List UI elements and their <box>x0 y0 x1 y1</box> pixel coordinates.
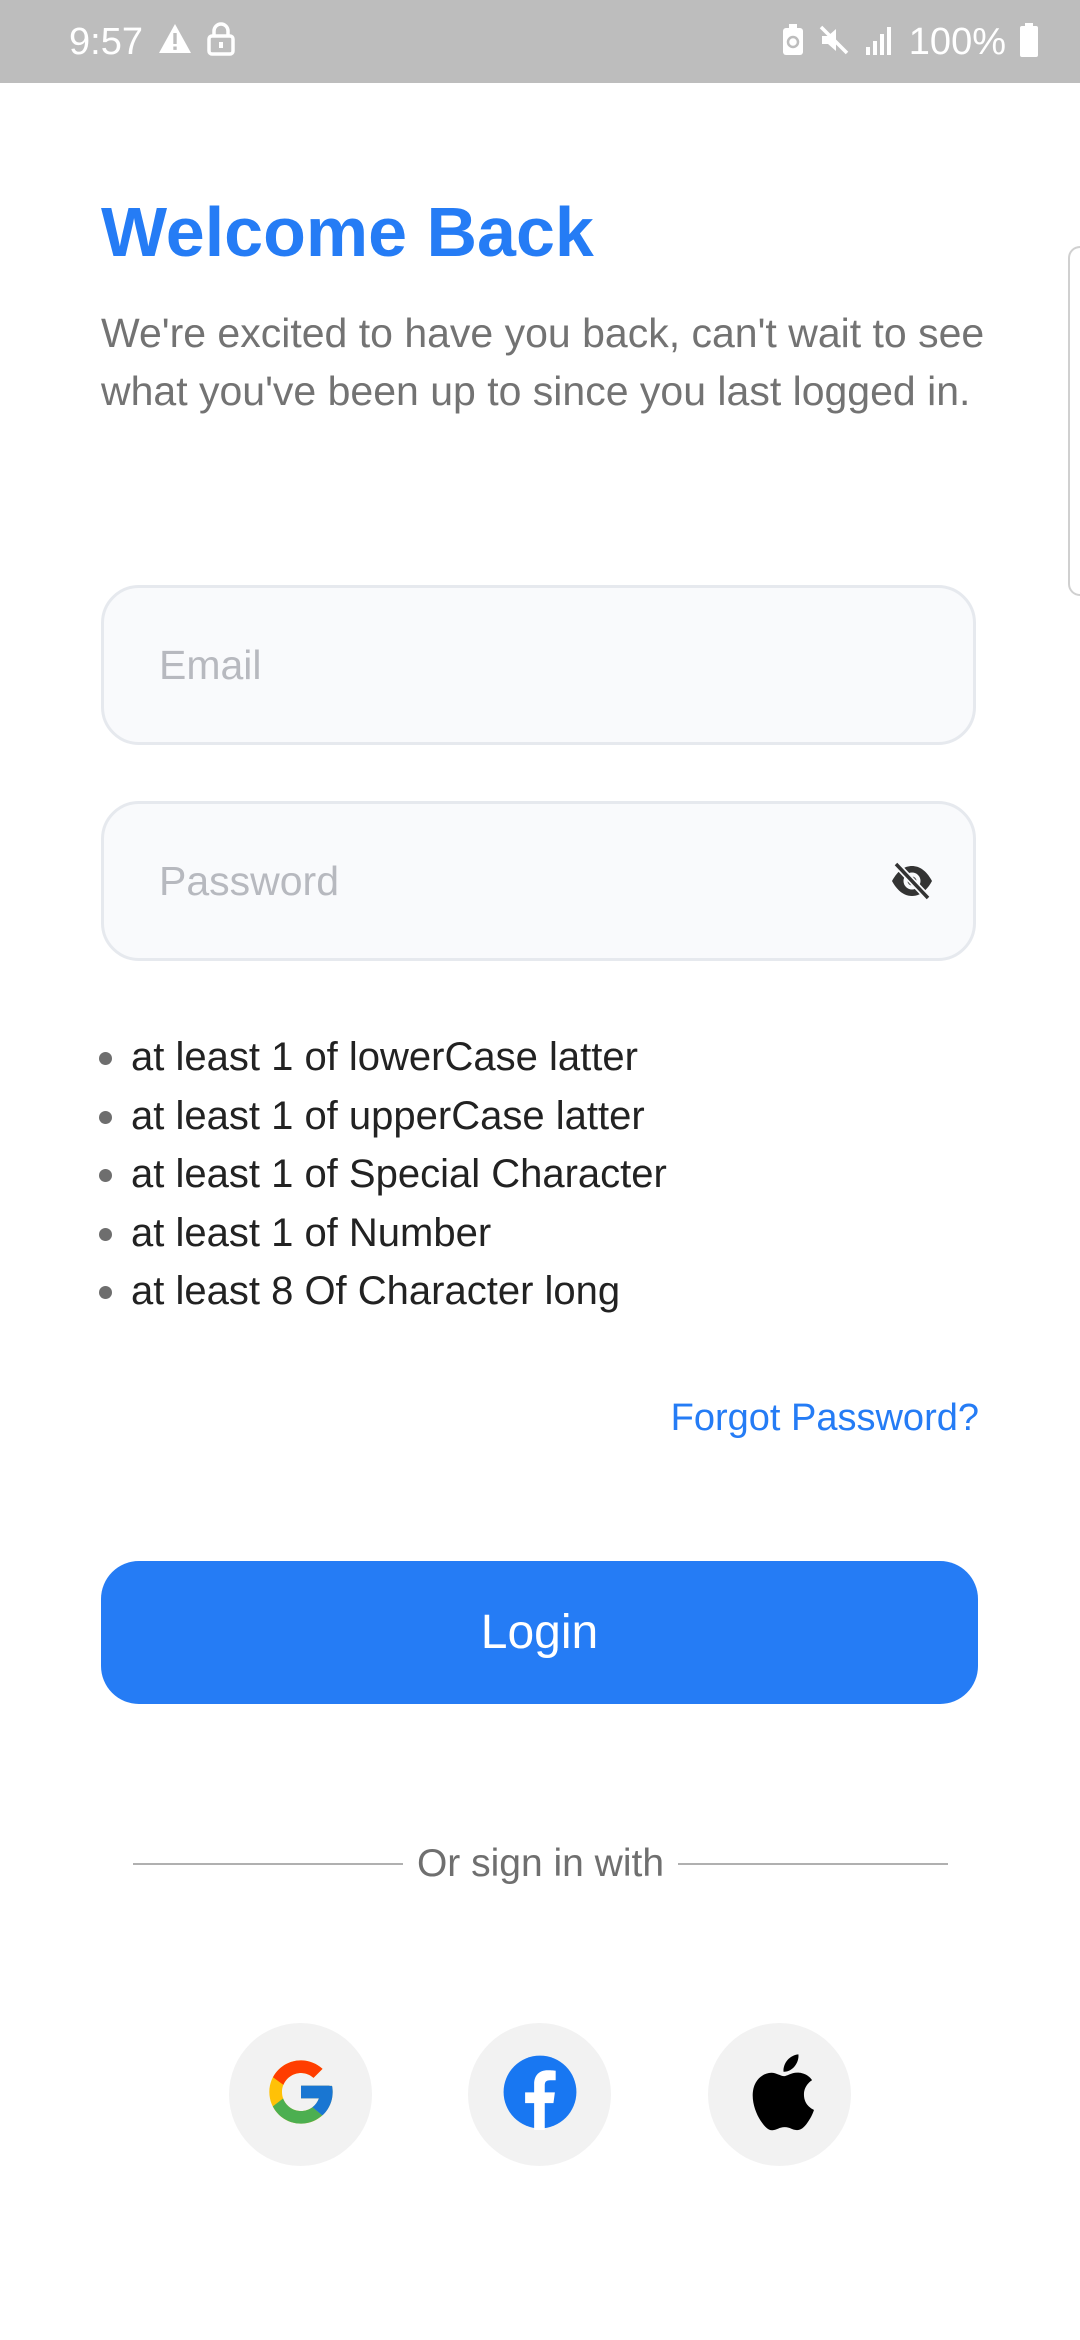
password-rules-list: at least 1 of lowerCase latter at least … <box>99 1028 667 1321</box>
eye-off-icon[interactable] <box>887 856 937 906</box>
bullet-icon <box>99 1110 112 1124</box>
password-input[interactable] <box>159 804 859 958</box>
login-button[interactable]: Login <box>101 1561 978 1704</box>
email-field[interactable] <box>101 585 976 745</box>
password-rule-text: at least 8 Of Character long <box>131 1269 621 1313</box>
status-bar: 9:57 100% <box>0 0 1080 83</box>
password-rule-text: at least 1 of Special Character <box>131 1152 667 1196</box>
sign-in-divider: Or sign in with <box>133 1836 948 1892</box>
mute-icon <box>817 23 851 62</box>
bullet-icon <box>99 1227 112 1241</box>
password-rule-text: at least 1 of Number <box>131 1210 492 1255</box>
battery-icon <box>1018 22 1040 63</box>
edge-panel-handle[interactable] <box>1068 246 1080 596</box>
password-rule-text: at least 1 of upperCase latter <box>131 1093 645 1138</box>
password-rule-text: at least 1 of lowerCase latter <box>131 1035 638 1079</box>
signal-icon <box>863 23 897 62</box>
bullet-icon <box>99 1286 112 1299</box>
status-right-icons: 100% <box>781 20 1040 64</box>
password-rule: at least 1 of Special Character <box>99 1145 667 1204</box>
divider-line-right <box>678 1863 948 1865</box>
google-icon <box>263 2054 339 2135</box>
facebook-icon <box>502 2054 578 2135</box>
forgot-password-link[interactable]: Forgot Password? <box>671 1394 979 1442</box>
apple-sign-in-button[interactable] <box>708 2023 851 2166</box>
lock-icon <box>207 22 235 61</box>
divider-label: Or sign in with <box>416 1842 665 1885</box>
battery-percent: 100% <box>908 21 1006 63</box>
warning-icon <box>157 22 193 61</box>
password-rule: at least 1 of upperCase latter <box>99 1087 667 1146</box>
status-left-icons <box>157 22 235 61</box>
apple-icon <box>743 2049 817 2140</box>
facebook-sign-in-button[interactable] <box>468 2023 611 2166</box>
divider-line-left <box>133 1863 403 1865</box>
page-title: Welcome Back <box>101 193 594 271</box>
password-rule: at least 1 of lowerCase latter <box>99 1028 667 1087</box>
page-subtitle: We're excited to have you back, can't wa… <box>101 310 985 414</box>
password-rule: at least 8 Of Character long <box>99 1262 667 1321</box>
password-rule: at least 1 of Number <box>99 1204 667 1263</box>
status-time: 9:57 <box>69 21 143 63</box>
google-sign-in-button[interactable] <box>229 2023 372 2166</box>
battery-saver-icon <box>781 23 805 62</box>
email-input[interactable] <box>159 588 859 742</box>
password-field[interactable] <box>101 801 976 961</box>
bullet-icon <box>99 1052 112 1065</box>
bullet-icon <box>99 1169 112 1182</box>
